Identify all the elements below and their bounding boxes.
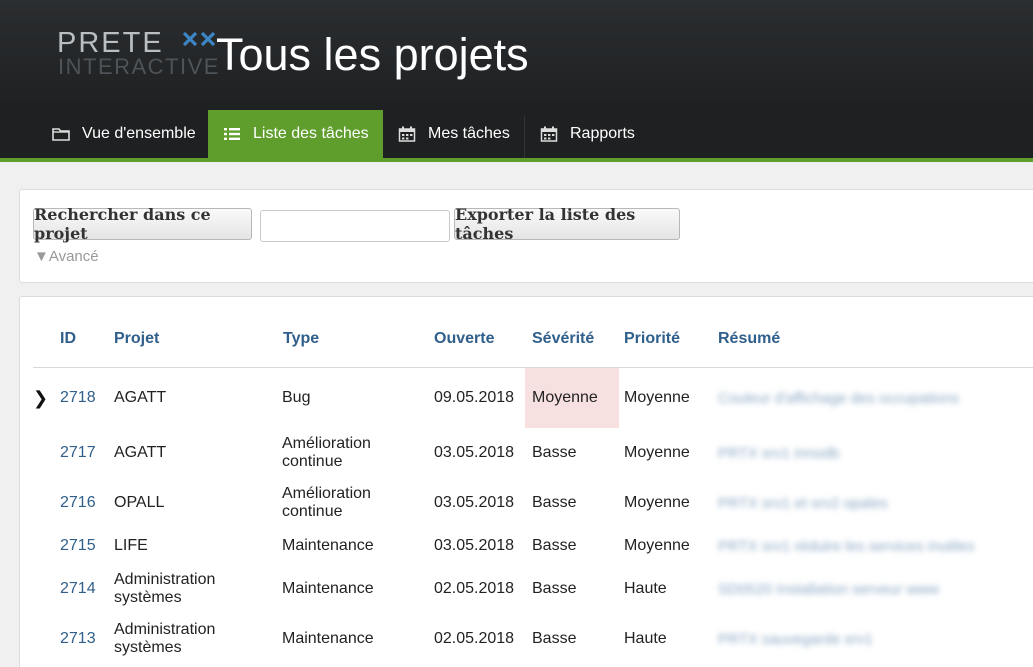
column-header-opened[interactable]: Ouverte: [434, 330, 494, 348]
type-cell: Maintenance: [282, 630, 374, 647]
pretexx-logo[interactable]: PRETE INTERACTIVE: [57, 28, 218, 80]
summary-cell[interactable]: Couleur d'affichage des occupations: [718, 390, 959, 407]
summary-cell[interactable]: SD0520 Installation serveur www: [718, 581, 939, 598]
task-id-link[interactable]: 2714: [60, 580, 96, 598]
type-cell: Maintenance: [282, 537, 374, 554]
column-header-severity[interactable]: Sévérité: [532, 330, 594, 348]
task-id-link[interactable]: 2716: [60, 494, 96, 512]
tab-task-list[interactable]: Liste des tâches: [208, 110, 383, 158]
priority-cell: Haute: [624, 580, 667, 597]
calendar-icon: [540, 126, 558, 142]
type-cell: Bug: [282, 389, 311, 406]
summary-cell[interactable]: PRTX srv1 innodb: [718, 445, 839, 462]
opened-date-cell: 02.05.2018: [434, 580, 515, 597]
table-row[interactable]: 2717 AGATT Amélioration continue 03.05.2…: [20, 428, 1033, 478]
opened-date-cell: 02.05.2018: [434, 630, 515, 647]
table-row[interactable]: 2715 LIFE Maintenance 03.05.2018 Basse M…: [20, 528, 1033, 564]
table-row[interactable]: ❯ 2718 AGATT Bug 09.05.2018 Moyenne Moye…: [20, 368, 1033, 428]
priority-cell: Moyenne: [624, 389, 690, 406]
project-cell: LIFE: [114, 537, 148, 554]
type-cell: Amélioration continue: [282, 485, 371, 520]
advanced-toggle[interactable]: ▼Avancé: [34, 248, 99, 265]
project-cell: Administration systèmes: [114, 621, 216, 656]
severity-cell: Basse: [532, 494, 577, 511]
page-title: Tous les projets: [216, 29, 529, 80]
summary-cell[interactable]: PRTX sauvegarde srv1: [718, 631, 873, 648]
nav-accent-bar: [0, 158, 1033, 162]
severity-cell: Moyenne: [532, 389, 598, 406]
project-cell: AGATT: [114, 444, 167, 461]
nav-divider: [524, 116, 525, 158]
opened-date-cell: 03.05.2018: [434, 537, 515, 554]
priority-cell: Moyenne: [624, 537, 690, 554]
table-row[interactable]: 2713 Administration systèmes Maintenance…: [20, 614, 1033, 664]
task-id-link[interactable]: 2713: [60, 630, 96, 648]
table-row[interactable]: 2716 OPALL Amélioration continue 03.05.2…: [20, 478, 1033, 528]
logo-xx-mark: [182, 31, 216, 47]
search-input[interactable]: [260, 210, 450, 242]
task-id-link[interactable]: 2718: [60, 389, 96, 407]
tab-reports[interactable]: Rapports: [540, 110, 635, 158]
list-icon: [224, 128, 240, 140]
project-cell: AGATT: [114, 389, 167, 406]
opened-date-cell: 03.05.2018: [434, 494, 515, 511]
opened-date-cell: 09.05.2018: [434, 389, 515, 406]
column-header-id[interactable]: ID: [60, 330, 76, 348]
search-project-button[interactable]: Rechercher dans ce projet: [33, 205, 252, 243]
severity-cell: Basse: [532, 444, 577, 461]
column-header-type[interactable]: Type: [283, 330, 319, 348]
column-header-project[interactable]: Projet: [114, 330, 159, 348]
severity-cell: Basse: [532, 630, 577, 647]
priority-cell: Haute: [624, 630, 667, 647]
export-tasks-button[interactable]: Exporter la liste des tâches: [454, 205, 680, 243]
main-nav: Vue d'ensemble Liste des tâches Mes tâch…: [0, 110, 1033, 158]
task-id-link[interactable]: 2717: [60, 444, 96, 462]
table-row[interactable]: 2714 Administration systèmes Maintenance…: [20, 564, 1033, 614]
task-id-link[interactable]: 2715: [60, 537, 96, 555]
selected-row-arrow-icon: ❯: [33, 388, 49, 408]
priority-cell: Moyenne: [624, 494, 690, 511]
severity-cell: Basse: [532, 537, 577, 554]
type-cell: Amélioration continue: [282, 435, 371, 470]
summary-cell[interactable]: PRTX srv1 et srv2 opales: [718, 495, 888, 512]
tab-overview[interactable]: Vue d'ensemble: [52, 110, 196, 158]
task-table: ID Projet Type Ouverte Sévérité Priorité…: [19, 296, 1033, 667]
priority-cell: Moyenne: [624, 444, 690, 461]
calendar-icon: [398, 126, 416, 142]
type-cell: Maintenance: [282, 580, 374, 597]
column-header-summary[interactable]: Résumé: [718, 330, 780, 348]
project-cell: OPALL: [114, 494, 165, 511]
severity-cell: Basse: [532, 580, 577, 597]
summary-cell[interactable]: PRTX srv1 réduire les services inutiles: [718, 538, 974, 555]
project-cell: Administration systèmes: [114, 571, 216, 606]
search-panel: Rechercher dans ce projet Exporter la li…: [19, 189, 1033, 283]
folder-icon: [52, 128, 70, 141]
opened-date-cell: 03.05.2018: [434, 444, 515, 461]
column-header-priority[interactable]: Priorité: [624, 330, 680, 348]
app-header: PRETE INTERACTIVE Tous les projets: [0, 0, 1033, 110]
tab-my-tasks[interactable]: Mes tâches: [398, 110, 510, 158]
